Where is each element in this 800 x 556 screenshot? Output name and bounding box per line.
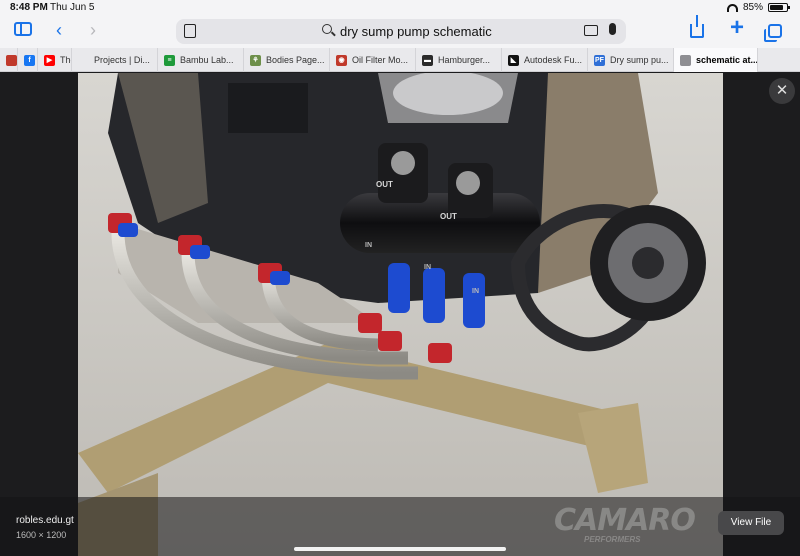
photo-stamp-4: IN: [424, 264, 431, 271]
browser-tab-label: Projects | Di...: [94, 55, 150, 65]
engine-photo[interactable]: OUT OUT IN IN IN: [78, 73, 723, 556]
battery-fill: [770, 5, 783, 10]
source-site[interactable]: robles.edu.gt: [16, 515, 74, 526]
tab-bar: f ▶ The S Projects | Di... ≡ Bambu Lab... ⚘ Bod…: [0, 48, 800, 72]
autodesk-icon: ◣: [508, 54, 519, 66]
browser-tab-label: The S: [60, 55, 71, 65]
bookmark-icon: [6, 54, 17, 66]
status-bar: 8:48 PM Thu Jun 5 85%: [0, 0, 800, 16]
browser-tab-label: Dry sump pu...: [610, 55, 669, 65]
browser-tab[interactable]: PF Dry sump pu...: [588, 48, 674, 72]
browser-tab[interactable]: ✕ schematic at...: [674, 48, 758, 72]
browser-tab-label: Oil Filter Mo...: [352, 55, 409, 65]
search-icon: [322, 24, 332, 34]
forward-chevron-icon[interactable]: ›: [90, 20, 96, 40]
engine-photo-illustration: OUT OUT IN IN IN: [78, 73, 723, 556]
browser-tab[interactable]: [0, 48, 18, 72]
image-viewer: OUT OUT IN IN IN ✕ robles.edu.gt 1600 × …: [0, 73, 800, 556]
browser-tab[interactable]: ▬ Hamburger...: [416, 48, 502, 72]
watermark-logo: CAMARO: [554, 503, 696, 538]
tab-overview-icon[interactable]: [764, 24, 782, 42]
bambu-icon: ≡: [164, 54, 175, 66]
sidebar-toggle-icon[interactable]: [14, 22, 32, 36]
photo-stamp-3: IN: [365, 242, 372, 249]
page-menu-icon[interactable]: [184, 24, 196, 38]
status-right: 85%: [726, 2, 790, 13]
browser-tab[interactable]: Projects | Di...: [72, 48, 158, 72]
browser-tab[interactable]: ◣ Autodesk Fu...: [502, 48, 588, 72]
plant-icon: ⚘: [250, 54, 261, 66]
home-indicator: [294, 547, 506, 551]
share-icon[interactable]: [690, 15, 704, 38]
microphone-icon[interactable]: [609, 23, 616, 35]
photo-stamp-1: OUT: [376, 180, 393, 189]
browser-tab-label: Bodies Page...: [266, 55, 325, 65]
address-bar[interactable]: dry sump pump schematic: [176, 19, 626, 44]
close-icon[interactable]: ✕: [680, 54, 691, 66]
view-file-button[interactable]: View File: [718, 511, 784, 535]
youtube-icon: ▶: [44, 54, 55, 66]
watermark-subtitle: PERFORMERS: [584, 535, 641, 544]
browser-tab-label: Hamburger...: [438, 55, 491, 65]
address-query[interactable]: dry sump pump schematic: [340, 24, 492, 39]
close-viewer-button[interactable]: ✕: [769, 78, 795, 104]
battery-percent: 85%: [742, 2, 763, 13]
wifi-icon: [726, 3, 738, 12]
new-tab-plus-icon[interactable]: +: [730, 16, 744, 40]
browser-tab[interactable]: ≡ Bambu Lab...: [158, 48, 244, 72]
status-time: 8:48 PM: [10, 2, 48, 13]
status-date: Thu Jun 5: [50, 2, 95, 13]
browser-tab-label: schematic at...: [696, 55, 758, 65]
browser-toolbar: ‹ › dry sump pump schematic +: [0, 15, 800, 48]
battery-icon: [768, 3, 790, 12]
facebook-icon: f: [24, 54, 35, 66]
photo-stamp-2: OUT: [440, 212, 457, 221]
blank-icon: [78, 54, 89, 66]
browser-tab-label: Autodesk Fu...: [524, 55, 583, 65]
browser-tab[interactable]: ⚘ Bodies Page...: [244, 48, 330, 72]
oil-icon: ◉: [336, 54, 347, 66]
photo-stamp-5: IN: [472, 288, 479, 295]
burger-icon: ▬: [422, 54, 433, 66]
browser-tab[interactable]: ▶ The S: [38, 48, 72, 72]
browser-tab[interactable]: f: [18, 48, 38, 72]
image-dimensions: 1600 × 1200: [16, 530, 67, 540]
translate-icon[interactable]: [584, 25, 598, 36]
PF-icon: PF: [594, 54, 605, 66]
browser-tab-label: Bambu Lab...: [180, 55, 234, 65]
browser-tab[interactable]: ◉ Oil Filter Mo...: [330, 48, 416, 72]
back-chevron-icon[interactable]: ‹: [56, 20, 62, 40]
